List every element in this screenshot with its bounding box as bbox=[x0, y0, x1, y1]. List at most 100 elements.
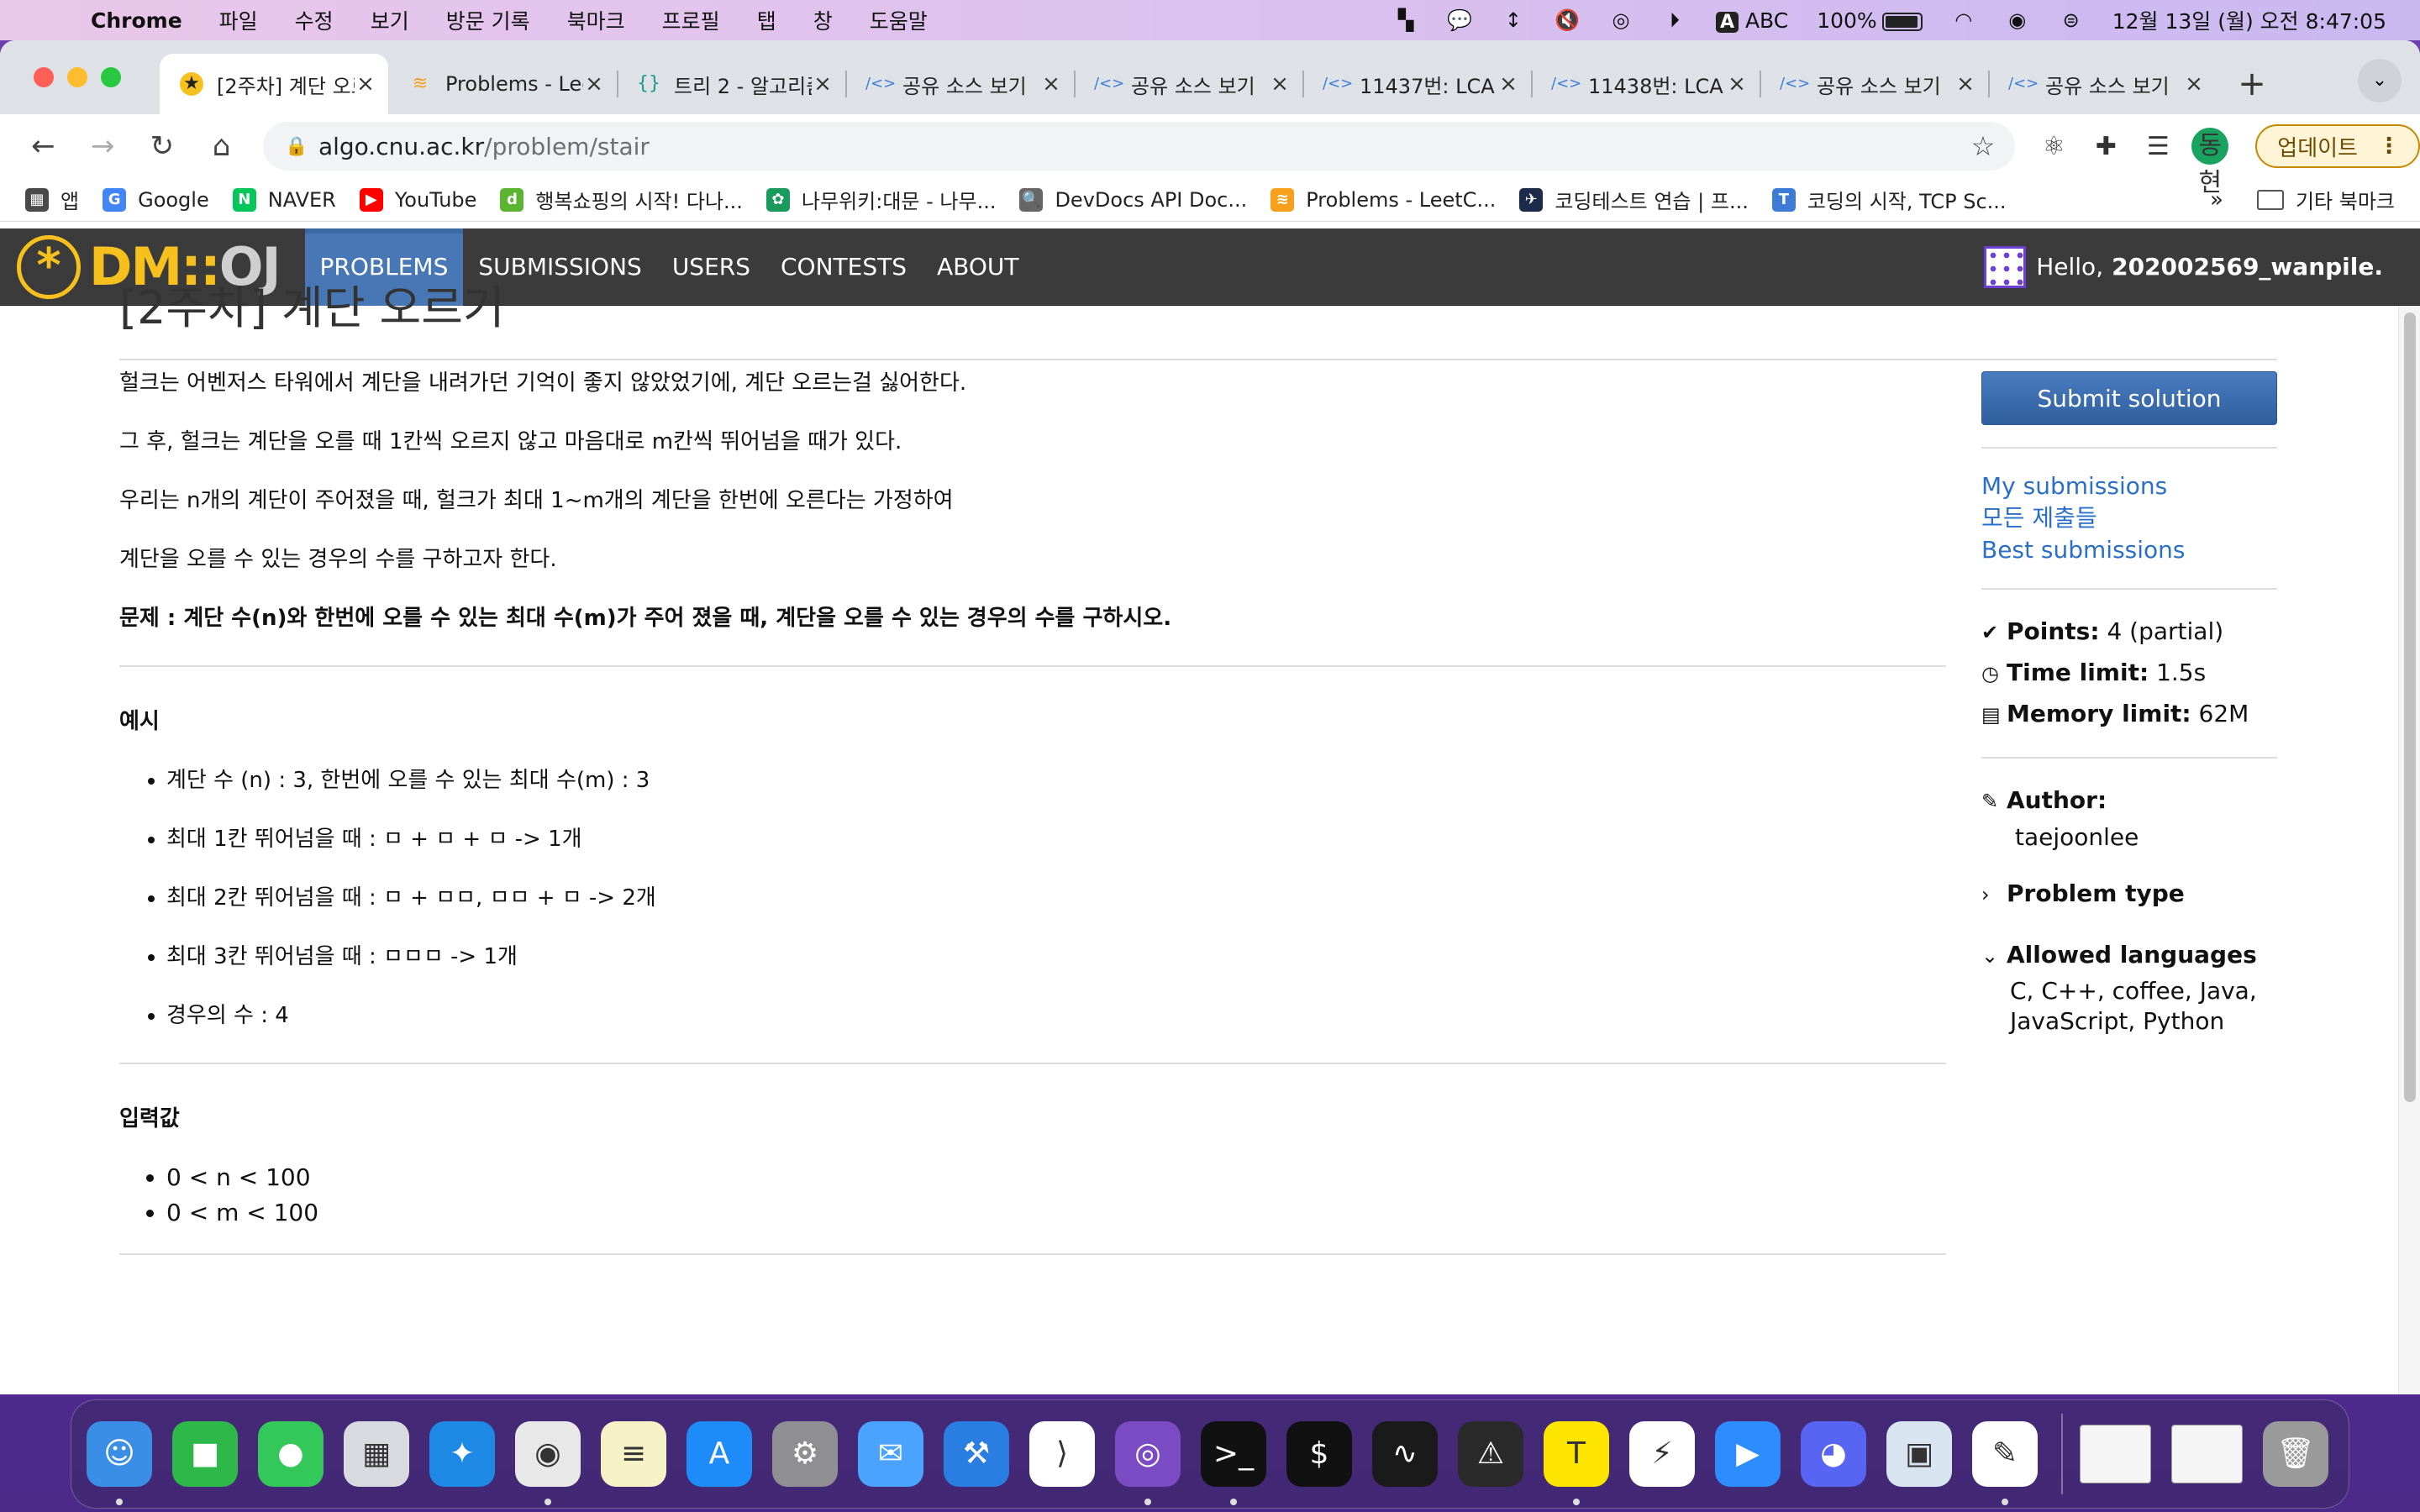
menu-view[interactable]: 보기 bbox=[371, 5, 409, 35]
other-bookmarks-folder[interactable]: 기타 북마크 bbox=[2256, 185, 2395, 214]
menu-history[interactable]: 방문 기록 bbox=[446, 5, 530, 35]
menu-bookmarks[interactable]: 북마크 bbox=[567, 5, 625, 35]
dock-minimized-window[interactable] bbox=[2079, 1425, 2151, 1483]
dock-messenger-icon[interactable]: ⚡ bbox=[1629, 1421, 1695, 1487]
bookmark-item[interactable]: ✿ 나무위키:대문 - 나무... bbox=[765, 185, 996, 214]
dock-kakaotalk-icon[interactable]: T bbox=[1544, 1421, 1609, 1505]
tab-close-icon[interactable]: × bbox=[1497, 71, 1519, 97]
tab-close-icon[interactable]: × bbox=[1040, 71, 1062, 97]
best-submissions-link[interactable]: Best submissions bbox=[1981, 534, 2277, 566]
tab-close-icon[interactable]: × bbox=[355, 71, 376, 97]
dock-facetime-icon[interactable]: ■ bbox=[172, 1421, 238, 1487]
forward-button[interactable]: → bbox=[78, 121, 128, 171]
resize-arrows-icon[interactable]: ↕ bbox=[1501, 8, 1526, 32]
back-button[interactable]: ← bbox=[18, 121, 68, 171]
browser-tab[interactable]: ≋ Problems - LeetCode× bbox=[388, 54, 617, 114]
tab-close-icon[interactable]: × bbox=[1269, 71, 1291, 97]
dock-minimized-window[interactable] bbox=[2170, 1425, 2243, 1483]
dock-finder-icon[interactable]: ☺ bbox=[87, 1421, 152, 1505]
dock-textedit-icon[interactable]: ✎ bbox=[1972, 1421, 2038, 1505]
react-devtools-icon[interactable]: ⚛ bbox=[2035, 132, 2072, 161]
play-icon[interactable]: ⏵ bbox=[1662, 8, 1687, 32]
bookmarks-overflow-button[interactable]: » bbox=[2210, 187, 2223, 213]
menu-edit[interactable]: 수정 bbox=[295, 5, 334, 35]
address-bar[interactable]: 🔒 algo.cnu.ac.kr/problem/stair ☆ bbox=[262, 122, 2016, 171]
profile-avatar[interactable]: 동현 bbox=[2191, 128, 2229, 197]
browser-tab[interactable]: {} 트리 2 - 알고리즘 × bbox=[617, 54, 845, 114]
tab-close-icon[interactable]: × bbox=[812, 71, 834, 97]
user-icon[interactable]: ◉ bbox=[2005, 8, 2030, 32]
tab-close-icon[interactable]: × bbox=[2183, 71, 2205, 97]
page-scrollbar[interactable] bbox=[2398, 306, 2420, 1394]
dock-app-store-icon[interactable]: A bbox=[687, 1421, 752, 1487]
browser-tab[interactable]: ★ [2주차] 계단 오르기× bbox=[160, 54, 388, 114]
bookmark-item[interactable]: ✈ 코딩테스트 연습 | 프... bbox=[1519, 185, 1749, 214]
my-submissions-link[interactable]: My submissions bbox=[1981, 470, 2277, 502]
tab-close-icon[interactable]: × bbox=[1726, 71, 1748, 97]
menu-help[interactable]: 도움말 bbox=[870, 5, 928, 35]
extensions-puzzle-icon[interactable]: ✚ bbox=[2087, 132, 2124, 161]
all-submissions-link[interactable]: 모든 제출들 bbox=[1981, 502, 2277, 534]
wifi-icon[interactable]: ◠ bbox=[1951, 8, 1976, 32]
menu-tab[interactable]: 탭 bbox=[757, 5, 776, 35]
mute-icon[interactable]: 🔇 bbox=[1555, 8, 1580, 32]
dock-github-desktop-icon[interactable]: ◎ bbox=[1115, 1421, 1181, 1505]
dock-activity-monitor-icon[interactable]: ∿ bbox=[1372, 1421, 1438, 1487]
bookmark-item[interactable]: 🔍 DevDocs API Doc... bbox=[1019, 187, 1247, 212]
dock-vscode-icon[interactable]: ⟩ bbox=[1029, 1421, 1095, 1487]
airdrop-icon[interactable]: ◎ bbox=[1608, 8, 1634, 32]
browser-tab[interactable]: /<> 공유 소스 보기 × bbox=[1988, 54, 2217, 114]
close-window-button[interactable] bbox=[34, 67, 54, 87]
dock-chrome-icon[interactable]: ◉ bbox=[515, 1421, 581, 1505]
dock-zoom-icon[interactable]: ▶ bbox=[1715, 1421, 1781, 1487]
window-layout-icon[interactable]: ▚ bbox=[1393, 8, 1418, 32]
bookmark-item[interactable]: G Google bbox=[103, 187, 209, 212]
bookmark-item[interactable]: ≋ Problems - LeetC... bbox=[1270, 187, 1496, 212]
browser-tab[interactable]: /<> 공유 소스 보기 × bbox=[845, 54, 1074, 114]
dock-preview-icon[interactable]: ▣ bbox=[1886, 1421, 1952, 1487]
dock-console-icon[interactable]: ⚠ bbox=[1458, 1421, 1523, 1487]
menubar-clock[interactable]: 12월 13일 (월) 오전 8:47:05 bbox=[2112, 5, 2386, 35]
bookmark-item[interactable]: d 행복쇼핑의 시작! 다나... bbox=[500, 185, 743, 214]
author-value[interactable]: taejoonlee bbox=[2015, 822, 2277, 853]
menu-profiles[interactable]: 프로필 bbox=[662, 5, 720, 35]
tab-close-icon[interactable]: × bbox=[583, 71, 605, 97]
submit-solution-button[interactable]: Submit solution bbox=[1981, 371, 2277, 425]
reload-button[interactable]: ↻ bbox=[137, 121, 187, 171]
dock-xcode-icon[interactable]: ⚒ bbox=[944, 1421, 1009, 1487]
new-tab-button[interactable]: + bbox=[2228, 60, 2275, 108]
tab-close-icon[interactable]: × bbox=[1954, 71, 1976, 97]
dock-system-preferences-icon[interactable]: ⚙ bbox=[772, 1421, 838, 1487]
tab-search-button[interactable]: ⌄ bbox=[2358, 59, 2402, 102]
dock-messages-icon[interactable]: ● bbox=[258, 1421, 324, 1487]
menu-window[interactable]: 창 bbox=[813, 5, 833, 35]
bookmark-star-icon[interactable]: ☆ bbox=[1971, 130, 1996, 162]
bookmark-item[interactable]: ▶ YouTube bbox=[359, 187, 476, 212]
minimize-window-button[interactable] bbox=[67, 67, 87, 87]
browser-tab[interactable]: /<> 11437번: LCA × bbox=[1302, 54, 1531, 114]
dock-mail-icon[interactable]: ✉ bbox=[858, 1421, 923, 1487]
problem-type-toggle[interactable]: › Problem type bbox=[1981, 874, 2277, 915]
zoom-window-button[interactable] bbox=[101, 67, 121, 87]
bookmark-item[interactable]: T 코딩의 시작, TCP Sc... bbox=[1771, 185, 2007, 214]
bookmark-item[interactable]: ▦ 앱 bbox=[25, 185, 79, 214]
reading-list-icon[interactable]: ☰ bbox=[2139, 132, 2176, 161]
dock-terminal-icon[interactable]: >_ bbox=[1201, 1421, 1266, 1505]
browser-tab[interactable]: /<> 11438번: LCA 2× bbox=[1531, 54, 1760, 114]
lock-icon[interactable]: 🔒 bbox=[285, 136, 308, 157]
control-center-icon[interactable]: ⊜ bbox=[2059, 8, 2084, 32]
menu-app-chrome[interactable]: Chrome bbox=[91, 8, 182, 33]
allowed-languages-toggle[interactable]: ⌄ Allowed languages bbox=[1981, 935, 2277, 976]
update-button[interactable]: 업데이트 ⋮ bbox=[2255, 124, 2420, 168]
dock-trash-icon[interactable]: 🗑 bbox=[2263, 1421, 2328, 1487]
dock-iterm-icon[interactable]: $ bbox=[1286, 1421, 1352, 1487]
browser-tab[interactable]: /<> 공유 소스 보기 × bbox=[1074, 54, 1302, 114]
home-button[interactable]: ⌂ bbox=[197, 121, 246, 171]
browser-tab[interactable]: /<> 공유 소스 보기 × bbox=[1760, 54, 1988, 114]
dock-discord-icon[interactable]: ◕ bbox=[1801, 1421, 1866, 1487]
scrollbar-thumb[interactable] bbox=[2404, 312, 2416, 1102]
dock-notes-icon[interactable]: ≡ bbox=[601, 1421, 666, 1487]
input-source[interactable]: A ABC bbox=[1715, 8, 1788, 33]
dock-safari-icon[interactable]: ✦ bbox=[429, 1421, 495, 1487]
chat-bubble-icon[interactable]: 💬 bbox=[1447, 8, 1472, 32]
